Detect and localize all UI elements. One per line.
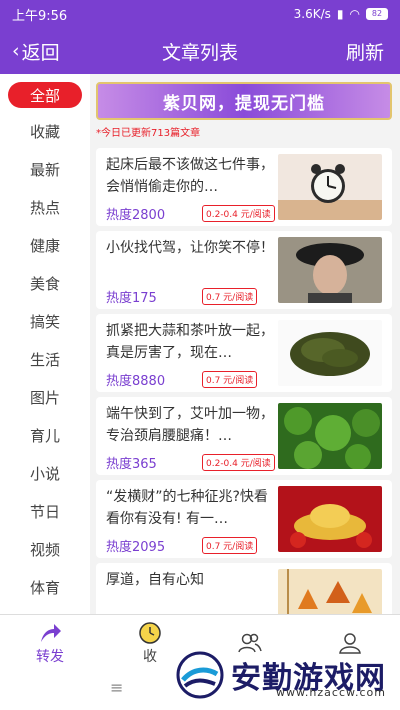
reward-badge: 0.2-0.4 元/阅读 [202, 454, 275, 471]
nav-share-label: 转发 [36, 648, 64, 665]
sidebar-item-sports[interactable]: 体育 [0, 568, 90, 606]
article-list-panel: 紫贝网，提现无门槛 *今日已更新713篇文章 起床后最不该做这七件事，会悄悄偷走… [90, 74, 400, 614]
gold-ingot-image [278, 486, 382, 552]
article-card[interactable]: 厚道，自有心知 [96, 563, 392, 614]
sidebar-item-funny[interactable]: 搞笑 [0, 302, 90, 340]
article-card[interactable]: 起床后最不该做这七件事，会悄悄偷走你的… 热度2800 0.2-0.4 元/阅读 [96, 148, 392, 226]
article-heat: 热度8880 [106, 374, 166, 389]
wifi-icon: ◠ [349, 7, 360, 21]
nav-share[interactable]: 转发 [0, 615, 100, 670]
article-title: 起床后最不该做这七件事，会悄悄偷走你的… [106, 157, 274, 195]
article-title: “发横财”的七种征兆?快看看你有没有! 有一… [106, 489, 268, 527]
reward-badge: 0.7 元/阅读 [202, 371, 258, 388]
article-card[interactable]: 小伙找代驾，让你笑不停！ 热度175 0.7 元/阅读 [96, 231, 392, 309]
category-sidebar: 全部 收藏 最新 热点 健康 美食 搞笑 生活 图片 育儿 小说 节日 视频 体… [0, 74, 90, 614]
sidebar-item-health[interactable]: 健康 [0, 226, 90, 264]
sidebar-item-food[interactable]: 美食 [0, 264, 90, 302]
sidebar-item-all[interactable]: 全部 [8, 82, 82, 108]
status-time: 上午9:56 [12, 8, 68, 24]
chevron-left-icon: ‹ [12, 40, 20, 62]
sidebar-item-pictures[interactable]: 图片 [0, 378, 90, 416]
update-notice: *今日已更新713篇文章 [96, 128, 201, 139]
sidebar-item-novel[interactable]: 小说 [0, 454, 90, 492]
article-title: 小伙找代驾，让你笑不停！ [106, 240, 274, 256]
article-title: 厚道，自有心知 [106, 572, 204, 588]
reward-badge: 0.2-0.4 元/阅读 [202, 205, 275, 222]
article-title: 端午快到了，艾叶加一物，专治颈肩腰腿痛！… [106, 406, 274, 444]
article-title: 抓紧把大蒜和茶叶放一起，真是厉害了，现在… [106, 323, 274, 361]
sidebar-item-latest[interactable]: 最新 [0, 150, 90, 188]
sidebar-item-hot[interactable]: 热点 [0, 188, 90, 226]
back-button[interactable]: ‹ 返回 [12, 28, 60, 74]
app-header: ‹ 返回 文章列表 刷新 [0, 28, 400, 74]
article-heat: 热度2800 [106, 208, 166, 223]
clock-icon [139, 621, 161, 644]
woman-hat-image [278, 237, 382, 303]
signal-icon: ▮ [336, 7, 344, 21]
share-icon [41, 623, 61, 642]
alarm-clock-image [278, 154, 382, 220]
refresh-button[interactable]: 刷新 [346, 28, 384, 74]
sidebar-item-parenting[interactable]: 育儿 [0, 416, 90, 454]
nav-collect-label: 收 [143, 648, 157, 665]
back-label: 返回 [21, 41, 60, 64]
promo-banner[interactable]: 紫贝网，提现无门槛 [96, 82, 392, 120]
mugwort-image [278, 403, 382, 469]
sidebar-item-festival[interactable]: 节日 [0, 492, 90, 530]
article-heat: 热度175 [106, 291, 157, 306]
article-card[interactable]: 抓紧把大蒜和茶叶放一起，真是厉害了，现在… 热度8880 0.7 元/阅读 [96, 314, 392, 392]
tea-leaves-image [278, 320, 382, 386]
page-title: 文章列表 [161, 41, 238, 64]
watermark-logo [176, 651, 224, 699]
watermark-url: www.hzaccw.com [275, 686, 386, 699]
sidebar-item-life[interactable]: 生活 [0, 340, 90, 378]
sidebar-item-favorites[interactable]: 收藏 [0, 112, 90, 150]
article-card[interactable]: “发横财”的七种征兆?快看看你有没有! 有一… 热度2095 0.7 元/阅读 [96, 480, 392, 558]
reward-badge: 0.7 元/阅读 [202, 288, 258, 305]
article-heat: 热度2095 [106, 540, 166, 555]
battery-icon: 82 [366, 8, 388, 20]
menu-icon[interactable]: ≡ [110, 678, 123, 697]
network-speed: 3.6K/s [293, 7, 331, 21]
status-bar: 上午9:56 3.6K/s ▮ ◠ 82 [0, 0, 400, 28]
reward-badge: 0.7 元/阅读 [202, 537, 258, 554]
article-heat: 热度365 [106, 457, 157, 472]
article-card[interactable]: 端午快到了，艾叶加一物，专治颈肩腰腿痛！… 热度365 0.2-0.4 元/阅读 [96, 397, 392, 475]
autumn-leaves-image [278, 569, 382, 614]
sidebar-item-video[interactable]: 视频 [0, 530, 90, 568]
